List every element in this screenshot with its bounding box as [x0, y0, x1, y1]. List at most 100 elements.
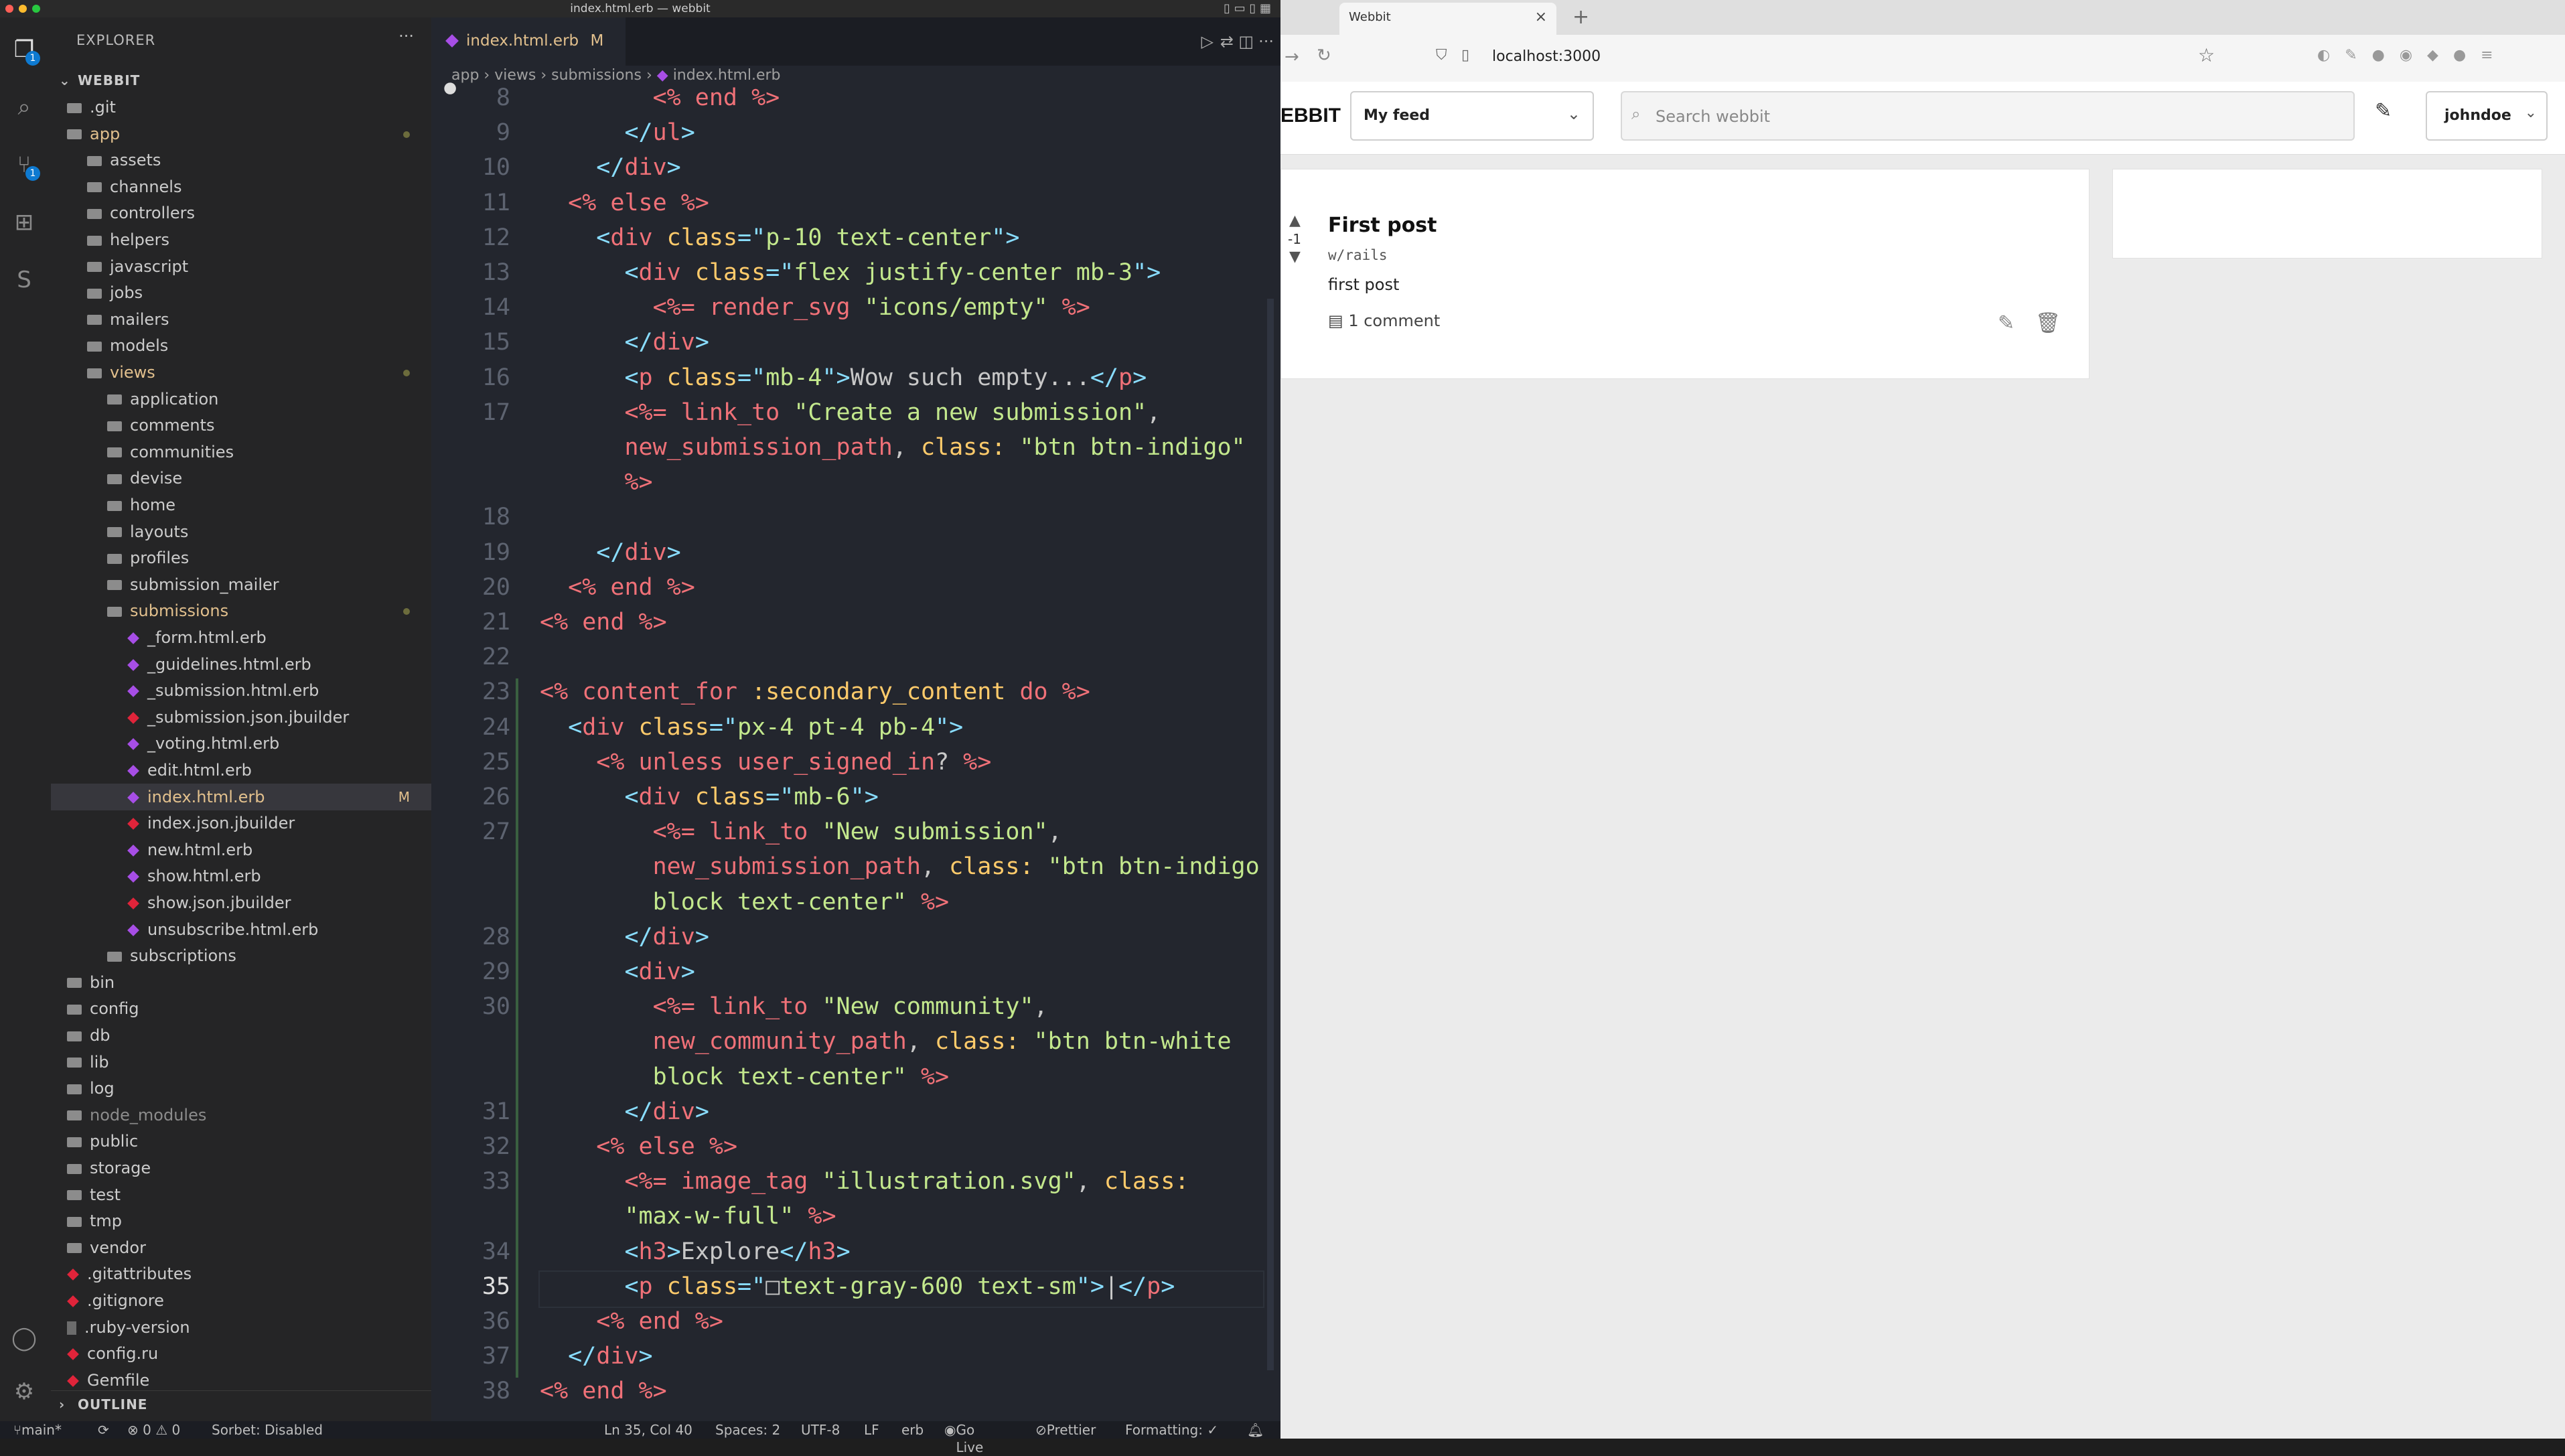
breadcrumb-app[interactable]: app [451, 67, 479, 84]
code-line[interactable]: block text-center" %> [540, 889, 950, 916]
settings-gear-icon[interactable]: ⚙ [9, 1377, 39, 1406]
folder-item[interactable]: views [51, 359, 431, 386]
code-line[interactable]: new_submission_path, class: "btn btn-ind… [540, 434, 1245, 461]
breadcrumb-submissions[interactable]: submissions [551, 67, 642, 84]
file-item[interactable]: index.json.jbuilder [51, 810, 431, 836]
new-tab-icon[interactable]: + [1572, 5, 1589, 29]
code-line[interactable]: <div class="px-4 pt-4 pb-4"> [540, 714, 963, 741]
sorbet-icon[interactable]: S [9, 265, 39, 295]
indentation-setting[interactable]: Spaces: 2 [715, 1421, 780, 1439]
code-line[interactable]: <% end %> [540, 609, 667, 636]
browser-tab-webbit[interactable]: Webbit × [1339, 3, 1556, 35]
folder-item[interactable]: devise [51, 465, 431, 492]
code-line[interactable]: <%= link_to "New submission", [540, 818, 1062, 845]
folder-item[interactable]: assets [51, 147, 431, 173]
go-live-button[interactable]: ◉ Go Live [944, 1421, 983, 1455]
folder-item[interactable]: models [51, 332, 431, 359]
workspace-root[interactable]: ⌄ WEBBIT [51, 67, 431, 94]
folder-item[interactable]: app [51, 121, 431, 147]
sync-icon[interactable]: ⟳ [98, 1421, 109, 1439]
folder-item[interactable]: jobs [51, 279, 431, 306]
folder-item[interactable]: javascript [51, 253, 431, 280]
post-title[interactable]: First post [1328, 214, 1437, 237]
shield-icon[interactable]: ⛉ [1436, 47, 1447, 64]
folder-item[interactable]: submission_mailer [51, 571, 431, 598]
folder-item[interactable]: vendor [51, 1234, 431, 1261]
file-item[interactable]: _form.html.erb [51, 624, 431, 651]
layout-icons[interactable]: ▯ ▭ ▯ ▦ [1224, 1, 1271, 15]
file-item[interactable]: _guidelines.html.erb [51, 651, 431, 678]
code-line[interactable]: "max-w-full" %> [540, 1203, 836, 1230]
feed-select[interactable]: My feed ⌄ [1350, 91, 1594, 141]
code-line[interactable]: <%= render_svg "icons/empty" %> [540, 294, 1090, 321]
webbit-logo[interactable]: EBBIT [1280, 104, 1341, 127]
compare-icon[interactable]: ⇄ [1220, 32, 1234, 51]
problems-indicator[interactable]: ⊗ 0 ⚠ 0 [127, 1421, 180, 1439]
close-tab-icon[interactable]: × [1535, 3, 1547, 32]
code-line[interactable]: <%= image_tag "illustration.svg", class: [540, 1168, 1189, 1195]
code-line[interactable]: <div> [540, 958, 694, 985]
folder-item[interactable]: tmp [51, 1208, 431, 1234]
edit-pencil-icon[interactable]: ✎ [1998, 311, 2014, 335]
breadcrumb-file[interactable]: index.html.erb [673, 67, 781, 84]
file-item[interactable]: .gitattributes [51, 1260, 431, 1287]
more-actions-icon[interactable]: ··· [1258, 32, 1274, 51]
code-line[interactable]: <% else %> [540, 190, 709, 216]
code-line[interactable]: </div> [540, 329, 709, 356]
folder-item[interactable]: submissions [51, 597, 431, 624]
encoding-setting[interactable]: UTF-8 [801, 1421, 840, 1439]
file-item[interactable]: _submission.html.erb [51, 677, 431, 704]
folder-item[interactable]: helpers [51, 226, 431, 253]
url-bar[interactable]: localhost:3000 [1492, 48, 1601, 65]
code-line[interactable]: <% end %> [540, 574, 695, 601]
file-item[interactable]: .gitignore [51, 1287, 431, 1314]
user-menu[interactable]: johndoe ⌄ [2426, 91, 2548, 141]
code-line[interactable]: </div> [540, 924, 709, 950]
folder-item[interactable]: profiles [51, 544, 431, 571]
code-line[interactable]: <div class="flex justify-center mb-3"> [540, 259, 1161, 286]
code-line[interactable]: <% end %> [540, 1378, 667, 1404]
formatting-status[interactable]: Formatting: ✓ [1125, 1421, 1218, 1439]
git-change-bar[interactable] [516, 678, 518, 1378]
explorer-more-button[interactable]: ··· [398, 27, 414, 46]
breadcrumb-views[interactable]: views [494, 67, 536, 84]
code-line[interactable]: <% else %> [540, 1133, 737, 1160]
folder-item[interactable]: db [51, 1022, 431, 1049]
forward-icon[interactable]: → [1285, 47, 1299, 67]
code-line[interactable]: <% unless user_signed_in? %> [540, 749, 991, 776]
code-line[interactable]: <% end %> [540, 84, 780, 111]
code-line[interactable]: new_community_path, class: "btn btn-whit… [540, 1028, 1232, 1055]
account-icon[interactable]: ◯ [9, 1323, 39, 1353]
search-icon[interactable]: ⌕ [9, 92, 39, 122]
code-line[interactable]: </div> [540, 539, 680, 566]
explorer-icon[interactable]: ❐ 1 [9, 35, 40, 66]
folder-item[interactable]: lib [51, 1049, 431, 1076]
code-line[interactable]: new_submission_path, class: "btn btn-ind… [540, 853, 1260, 880]
code-line[interactable]: <%= link_to "Create a new submission", [540, 399, 1161, 426]
extension-icons[interactable]: ◐✎●◉◆●≡ [2317, 47, 2508, 64]
editor-scrollbar[interactable] [1267, 299, 1274, 1370]
bookmark-star-icon[interactable]: ☆ [2198, 44, 2215, 66]
folder-item[interactable]: public [51, 1128, 431, 1155]
folder-item[interactable]: storage [51, 1155, 431, 1181]
search-input[interactable]: ⌕ Search webbit [1621, 91, 2355, 141]
file-item[interactable]: show.json.jbuilder [51, 889, 431, 916]
folder-item[interactable]: application [51, 386, 431, 413]
reload-icon[interactable]: ↻ [1317, 46, 1331, 66]
file-item[interactable]: edit.html.erb [51, 757, 431, 784]
file-item[interactable]: Gemfile [51, 1367, 431, 1394]
folder-item[interactable]: layouts [51, 518, 431, 545]
code-line[interactable]: <p class="mb-4">Wow such empty...</p> [540, 364, 1147, 391]
language-mode[interactable]: erb [901, 1421, 924, 1439]
branch-indicator[interactable]: ⑂ main* [13, 1421, 62, 1439]
folder-item[interactable]: node_modules [51, 1102, 431, 1129]
cursor-position[interactable]: Ln 35, Col 40 [604, 1421, 692, 1439]
new-post-pencil-icon[interactable]: ✎ [2375, 99, 2392, 123]
code-line[interactable]: <p class="□text-gray-600 text-sm">|</p> [540, 1273, 1175, 1300]
code-line[interactable]: block text-center" %> [540, 1064, 950, 1090]
code-line[interactable]: <%= link_to "New community", [540, 993, 1048, 1020]
code-line[interactable]: </div> [540, 1343, 652, 1370]
comments-link[interactable]: ▤ 1 comment [1328, 311, 1440, 330]
post-community[interactable]: w/rails [1328, 247, 1388, 263]
code-line[interactable]: %> [540, 469, 652, 496]
